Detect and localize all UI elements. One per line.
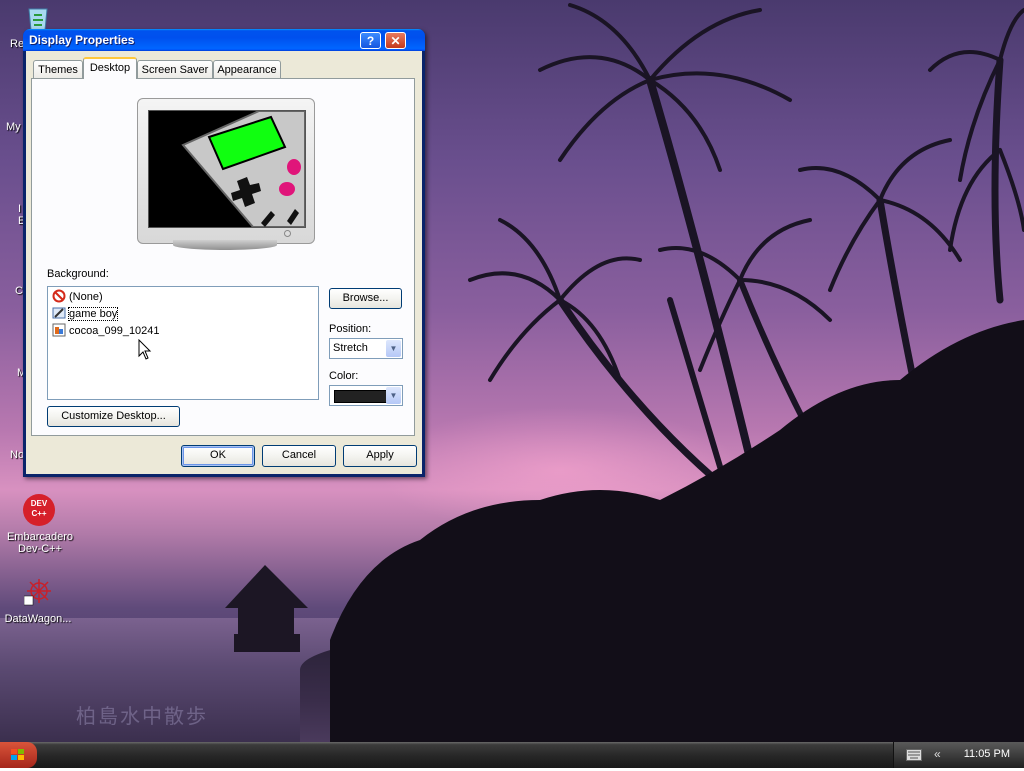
customize-desktop-button[interactable]: Customize Desktop... <box>47 406 180 427</box>
display-properties-window: Display Properties ? ✕ Themes Desktop Sc… <box>23 29 425 477</box>
dialog-body: Themes Desktop Screen Saver Appearance B… <box>26 51 422 474</box>
list-item-label: (None) <box>69 291 103 303</box>
desktop-icon-label-ie-1[interactable]: I <box>18 203 21 215</box>
monitor-frame <box>137 98 315 244</box>
list-item-label: cocoa_099_10241 <box>69 325 160 337</box>
list-item[interactable]: game boy <box>52 306 119 322</box>
color-label: Color: <box>329 370 359 382</box>
browse-button[interactable]: Browse... <box>329 288 402 309</box>
color-picker[interactable]: ▼ <box>329 385 403 406</box>
keyboard-icon[interactable] <box>906 749 922 761</box>
desktop-icon-devcpp-label[interactable]: Embarcadero Dev-C++ <box>0 531 80 555</box>
list-item-label: game boy <box>67 307 119 321</box>
list-item[interactable]: (None) <box>52 289 103 305</box>
close-button[interactable]: ✕ <box>385 32 406 49</box>
tab-themes[interactable]: Themes <box>33 60 83 78</box>
tab-screen-saver[interactable]: Screen Saver <box>137 60 213 78</box>
desktop-tab-panel: Background: (None) game boy cocoa_099_10… <box>31 78 415 436</box>
title-bar[interactable]: Display Properties ? ✕ <box>23 29 425 51</box>
chevron-down-icon[interactable]: ▼ <box>386 387 401 404</box>
paint-image-icon <box>52 307 66 319</box>
desktop-icon-label-c[interactable]: C <box>15 285 23 297</box>
monitor-preview <box>137 98 315 250</box>
mouse-pointer-icon <box>138 339 152 360</box>
background-label: Background: <box>47 268 109 280</box>
tab-desktop[interactable]: Desktop <box>83 57 137 79</box>
wallpaper-watermark: 柏島水中散歩 <box>76 704 208 728</box>
datawagon-icon[interactable] <box>24 576 54 606</box>
list-item[interactable]: cocoa_099_10241 <box>52 323 160 339</box>
start-button[interactable] <box>0 742 37 768</box>
background-list[interactable]: (None) game boy cocoa_099_10241 <box>47 286 319 400</box>
taskbar: « 11:05 PM <box>0 742 1024 768</box>
desktop-icon-label-no[interactable]: No <box>10 449 24 461</box>
gameboy-preview-image <box>181 111 305 227</box>
help-button[interactable]: ? <box>360 32 381 49</box>
devcpp-icon[interactable]: DEV C++ <box>23 494 55 526</box>
desktop-icon-datawagon-label[interactable]: DataWagon... <box>0 613 78 625</box>
cancel-button[interactable]: Cancel <box>262 445 336 467</box>
window-title: Display Properties <box>29 33 135 47</box>
monitor-stand <box>173 240 277 250</box>
ok-button[interactable]: OK <box>181 445 255 467</box>
wallpaper-preview <box>148 110 306 228</box>
monitor-power-led <box>284 230 291 237</box>
clock[interactable]: 11:05 PM <box>964 748 1010 760</box>
desktop-icon-label-mycomputer[interactable]: My <box>6 121 21 133</box>
color-swatch <box>334 390 390 403</box>
position-value: Stretch <box>333 342 368 354</box>
position-dropdown[interactable]: Stretch ▼ <box>329 338 403 359</box>
desktop-icon-label-recycle[interactable]: Re <box>10 38 24 50</box>
recycle-bin-icon[interactable] <box>24 3 52 31</box>
position-label: Position: <box>329 323 372 335</box>
none-icon <box>52 289 66 303</box>
system-tray: « 11:05 PM <box>893 742 1024 768</box>
jpeg-image-icon <box>52 323 66 337</box>
apply-button[interactable]: Apply <box>343 445 417 467</box>
chevron-down-icon[interactable]: ▼ <box>386 340 401 357</box>
tab-appearance[interactable]: Appearance <box>213 60 281 78</box>
windows-logo-icon <box>11 749 24 760</box>
show-hidden-icons-chevron[interactable]: « <box>934 747 941 761</box>
